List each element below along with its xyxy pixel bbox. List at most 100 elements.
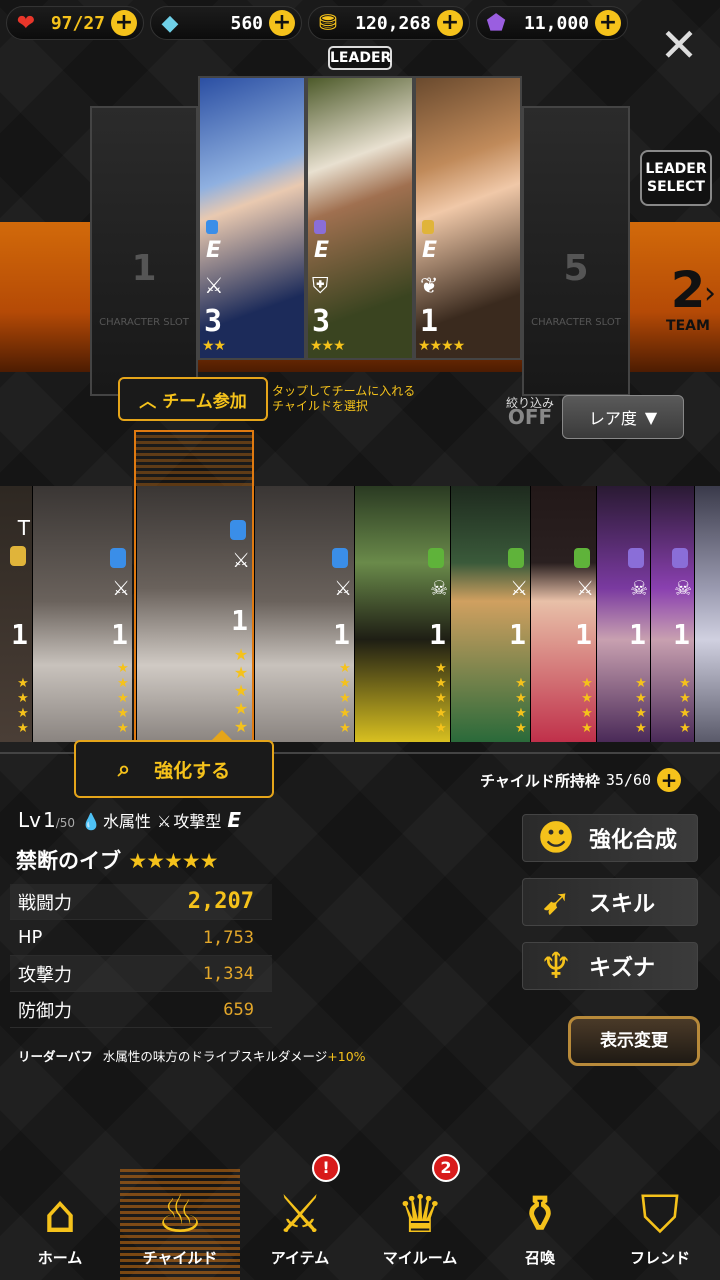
nav-myroom[interactable]: 2 ♛ マイルーム <box>360 1154 480 1280</box>
skill-button[interactable]: ➹ スキル <box>522 878 698 926</box>
team-slot-5[interactable]: 5 CHARACTER SLOT <box>522 106 630 396</box>
team-join-label: チーム参加 <box>162 391 247 412</box>
child-card[interactable]: ⚔ 1 ★ ★ ★ ★ ★ <box>254 486 354 742</box>
gem-value: 560 <box>230 12 263 34</box>
crystal-icon: ⬟ <box>486 10 506 36</box>
stamina-counter: ❤ 97/27 + <box>6 6 144 40</box>
team-slot-4[interactable]: E ❦ 1 ★★★★ <box>414 76 522 360</box>
potion-icon: ⚱ <box>518 1185 562 1245</box>
leader-buff-label: リーダーバフ <box>18 1049 93 1064</box>
child-card-selected[interactable]: ⚔ 1 ★ ★ ★ ★ ★ <box>136 486 252 742</box>
rarity-sort-dropdown[interactable]: レア度 ▼ <box>562 395 684 439</box>
child-level: 1 <box>231 604 248 637</box>
star-rating: ★★★★★ <box>128 849 218 873</box>
star-rating: ★★★★ <box>581 676 593 736</box>
add-gem-button[interactable]: + <box>269 10 295 36</box>
star-rating: ★★★★ <box>679 676 691 736</box>
team-slot-1[interactable]: 1 CHARACTER SLOT <box>90 106 198 396</box>
nav-label: ホーム <box>37 1249 83 1267</box>
element-water-icon <box>110 548 126 568</box>
fusion-icon: ☻ <box>537 817 575 859</box>
chevron-up-icon: ︿ <box>139 391 157 412</box>
expand-capacity-button[interactable]: + <box>657 768 682 792</box>
enhance-label: 強化する <box>154 759 231 782</box>
child-card[interactable]: ☠ 1 ★ ★ ★ ★ ★ <box>354 486 450 742</box>
class-rank: E <box>422 238 438 263</box>
attack-type-icon: ⚔ <box>510 576 528 600</box>
bond-button[interactable]: ♆ キズナ <box>522 942 698 990</box>
child-card[interactable] <box>694 486 720 742</box>
level-max: /50 <box>55 816 76 830</box>
bottom-nav: ⌂ ホーム ♨ チャイルド ! ⚔ アイテム 2 ♛ マイルーム ⚱ 召喚 ⛉ … <box>0 1154 720 1280</box>
add-gold-button[interactable]: + <box>437 10 463 36</box>
nav-label: 召喚 <box>524 1249 555 1267</box>
leader-tag: LEADER <box>328 46 392 70</box>
level-line: Lv 1 /50 💧 水属性 ⚔ 攻撃型 E <box>18 808 241 832</box>
magnifier-icon: ⌕ <box>117 756 131 782</box>
nav-home[interactable]: ⌂ ホーム <box>0 1168 120 1280</box>
bond-wings-icon: ♆ <box>539 945 573 987</box>
character-level: 3 <box>204 304 223 339</box>
bond-label: キズナ <box>589 956 656 981</box>
child-level: 1 <box>509 618 526 651</box>
nav-summon[interactable]: ⚱ 召喚 <box>480 1168 600 1280</box>
child-card[interactable]: ⚔ 1 ★ ★ ★ ★ <box>450 486 530 742</box>
gold-value: 120,268 <box>355 12 431 34</box>
class-rank: E <box>206 238 222 263</box>
child-list[interactable]: T 1 ★ ★ ★ ★ ⚔ 1 ★ ★ ★ ★ ★ ⚔ 1 ★ ★ ★ ★ ★ ⚔ 1 ★ ★ ★ ★ ★ ☠… <box>0 470 720 746</box>
skill-icon: ➹ <box>540 881 572 923</box>
close-icon[interactable]: ✕ <box>656 22 702 68</box>
child-card[interactable]: ☠ 1 ★ ★ ★ ★ <box>650 486 694 742</box>
leader-buff-text: 水属性の味方のドライブスキルダメージ <box>102 1049 328 1064</box>
nav-friend[interactable]: ⛉ フレンド <box>600 1168 720 1280</box>
home-icon: ⌂ <box>43 1185 77 1245</box>
fusion-button[interactable]: ☻ 強化合成 <box>522 814 698 862</box>
shield-icon: ⛉ <box>640 1185 680 1245</box>
attack-type-icon: ⚔ <box>576 576 594 600</box>
stat-label: HP <box>18 927 43 948</box>
child-card[interactable]: ☠ 1 ★ ★ ★ ★ <box>596 486 650 742</box>
child-level: 1 <box>11 618 28 651</box>
stat-value: 1,334 <box>202 963 254 984</box>
skill-label: スキル <box>589 892 656 917</box>
child-card[interactable]: ⚔ 1 ★ ★ ★ ★ ★ <box>32 486 132 742</box>
level-value: 1 <box>42 808 56 832</box>
element-wind-icon <box>428 548 444 568</box>
slot-number: 1 <box>131 248 157 289</box>
stat-row-power: 戦闘力 2,207 <box>10 884 272 920</box>
nav-item[interactable]: ! ⚔ アイテム <box>240 1154 360 1280</box>
filter-toggle[interactable]: 絞り込み OFF <box>506 396 554 427</box>
star-rating: ★★★★★ <box>233 645 249 736</box>
star-rating: ★★★★ <box>418 338 465 354</box>
child-card[interactable]: ⚔ 1 ★ ★ ★ ★ <box>530 486 596 742</box>
add-stamina-button[interactable]: + <box>111 10 137 36</box>
attack-type-icon: ⚔ <box>334 576 352 600</box>
resource-bar: ❤ 97/27 + ◆ 560 + ⛃ 120,268 + ⬟ 11,000 + <box>0 0 720 46</box>
nav-child[interactable]: ♨ チャイルド <box>120 1168 240 1280</box>
class-rank: E <box>227 808 241 832</box>
coin-stack-icon: ⛃ <box>318 10 338 36</box>
capacity-label: チャイルド所持枠 <box>480 771 600 790</box>
nav-label: フレンド <box>629 1249 690 1267</box>
team-slot-3[interactable]: E ⛨ 3 ★★★ <box>306 76 414 360</box>
display-change-button[interactable]: 表示変更 <box>568 1016 700 1066</box>
child-level: 1 <box>629 618 646 651</box>
team-switch[interactable]: 2 TEAM › <box>656 262 720 334</box>
skull-icon: ☠ <box>630 576 648 600</box>
gold-counter: ⛃ 120,268 + <box>308 6 470 40</box>
add-crystal-button[interactable]: + <box>595 10 621 36</box>
triangle-down-icon: ▼ <box>644 407 658 427</box>
gem-counter: ◆ 560 + <box>150 6 302 40</box>
element-dark-icon <box>314 220 326 234</box>
team-join-toggle[interactable]: ︿ チーム参加 <box>118 377 268 421</box>
enhance-button[interactable]: ⌕ 強化する <box>74 730 274 798</box>
attack-type-icon: ⚔ <box>204 274 224 299</box>
team-slot-2[interactable]: E ⚔ 3 ★★ <box>198 76 306 360</box>
child-card[interactable]: T 1 ★ ★ ★ ★ <box>0 486 32 742</box>
character-name: 禁断のイブ <box>16 849 121 873</box>
chevron-right-icon[interactable]: › <box>704 276 716 311</box>
leader-select-button[interactable]: LEADER SELECT <box>640 150 712 206</box>
star-rating: ★★★ <box>310 338 346 354</box>
stat-value: 659 <box>223 999 254 1020</box>
stat-label: 防御力 <box>18 1000 72 1022</box>
